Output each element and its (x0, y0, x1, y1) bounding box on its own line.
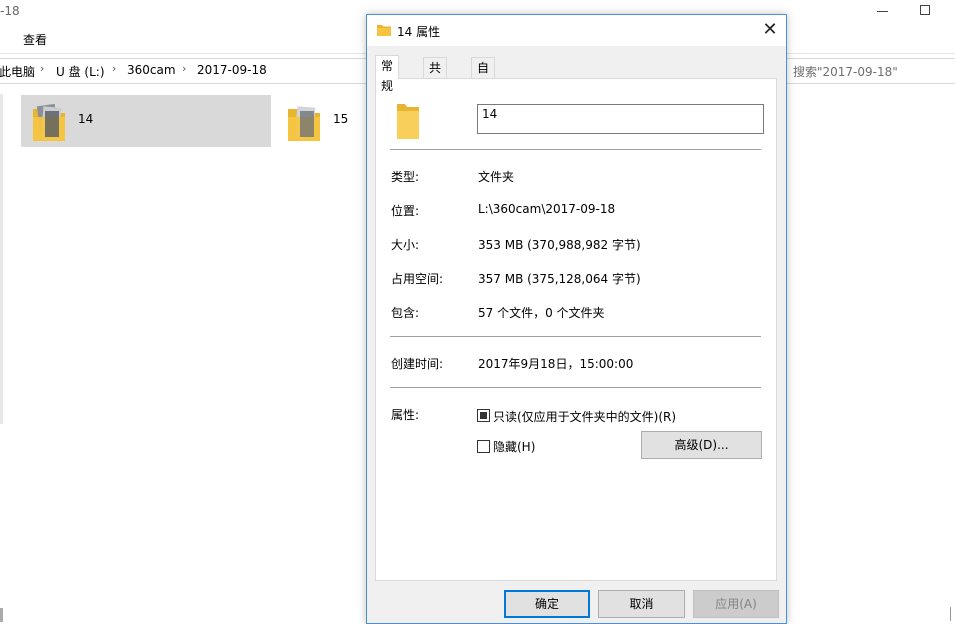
indeterminate-mark (480, 412, 487, 419)
breadcrumb-this-pc[interactable]: 此电脑 (0, 63, 35, 80)
folder-name-field[interactable] (477, 104, 764, 134)
general-tab-panel: 类型: 文件夹 位置: L:\360cam\2017-09-18 大小: 353… (375, 78, 777, 581)
dialog-title: 14 属性 (397, 25, 441, 39)
divider (390, 336, 761, 337)
cancel-button[interactable]: 取消 (598, 590, 685, 618)
properties-dialog: 14 属性 ✕ 常规 共享 自定义 类型: 文件夹 位置: L:\360cam\… (366, 14, 787, 624)
location-label: 位置: (391, 204, 420, 218)
divider (390, 387, 761, 388)
hidden-checkbox[interactable] (477, 440, 490, 453)
navigation-pane-edge (0, 94, 3, 424)
tab-sharing[interactable]: 共享 (423, 57, 448, 95)
readonly-checkbox-label[interactable]: 只读(仅应用于文件夹中的文件)(R) (493, 408, 676, 425)
divider (390, 149, 761, 150)
folder-name: 14 (78, 112, 94, 126)
minimize-icon[interactable] (877, 11, 888, 12)
dialog-titlebar[interactable]: 14 属性 ✕ (367, 15, 786, 46)
window-title: -18 (0, 4, 20, 18)
chevron-right-icon[interactable]: › (182, 62, 186, 75)
advanced-button[interactable]: 高级(D)... (641, 431, 762, 459)
created-value: 2017年9月18日，15:00:00 (478, 357, 634, 371)
readonly-checkbox[interactable] (477, 409, 490, 422)
size-value: 353 MB (370,988,982 字节) (478, 238, 641, 252)
created-label: 创建时间: (391, 357, 444, 371)
search-placeholder: 搜索"2017-09-18" (793, 65, 898, 79)
size-on-disk-value: 357 MB (375,128,064 字节) (478, 272, 641, 286)
contains-label: 包含: (391, 306, 420, 320)
chevron-right-icon[interactable]: › (112, 62, 116, 75)
folder-icon (397, 104, 419, 139)
search-input[interactable]: 搜索"2017-09-18" (786, 59, 955, 83)
folder-item-15[interactable]: 15 (276, 95, 366, 147)
type-value: 文件夹 (478, 170, 515, 184)
ribbon-tab-view[interactable]: 查看 (23, 31, 47, 48)
folder-icon (377, 25, 391, 36)
size-label: 大小: (391, 238, 420, 252)
status-bar-edge (0, 608, 3, 622)
breadcrumb-drive[interactable]: U 盘 (L:) (56, 63, 105, 80)
chevron-right-icon[interactable]: › (40, 62, 44, 75)
tab-customize[interactable]: 自定义 (471, 57, 496, 115)
contains-value: 57 个文件，0 个文件夹 (478, 306, 605, 320)
type-label: 类型: (391, 170, 420, 184)
hidden-checkbox-label[interactable]: 隐藏(H) (493, 438, 535, 455)
size-on-disk-label: 占用空间: (391, 272, 444, 286)
ok-button[interactable]: 确定 (504, 590, 590, 618)
attributes-label: 属性: (391, 408, 420, 422)
breadcrumb-360cam[interactable]: 360cam (127, 63, 176, 77)
maximize-icon[interactable] (920, 5, 930, 15)
location-value: L:\360cam\2017-09-18 (478, 202, 616, 216)
close-icon[interactable]: ✕ (759, 20, 781, 40)
folder-icon (288, 106, 320, 141)
tab-general[interactable]: 常规 (375, 55, 400, 93)
view-toggle-edge[interactable] (950, 607, 955, 621)
folder-icon (33, 103, 65, 141)
breadcrumb-current-folder[interactable]: 2017-09-18 (197, 63, 267, 77)
folder-item-14[interactable]: 14 (21, 95, 271, 147)
folder-name: 15 (333, 112, 349, 126)
apply-button[interactable]: 应用(A) (693, 590, 779, 618)
